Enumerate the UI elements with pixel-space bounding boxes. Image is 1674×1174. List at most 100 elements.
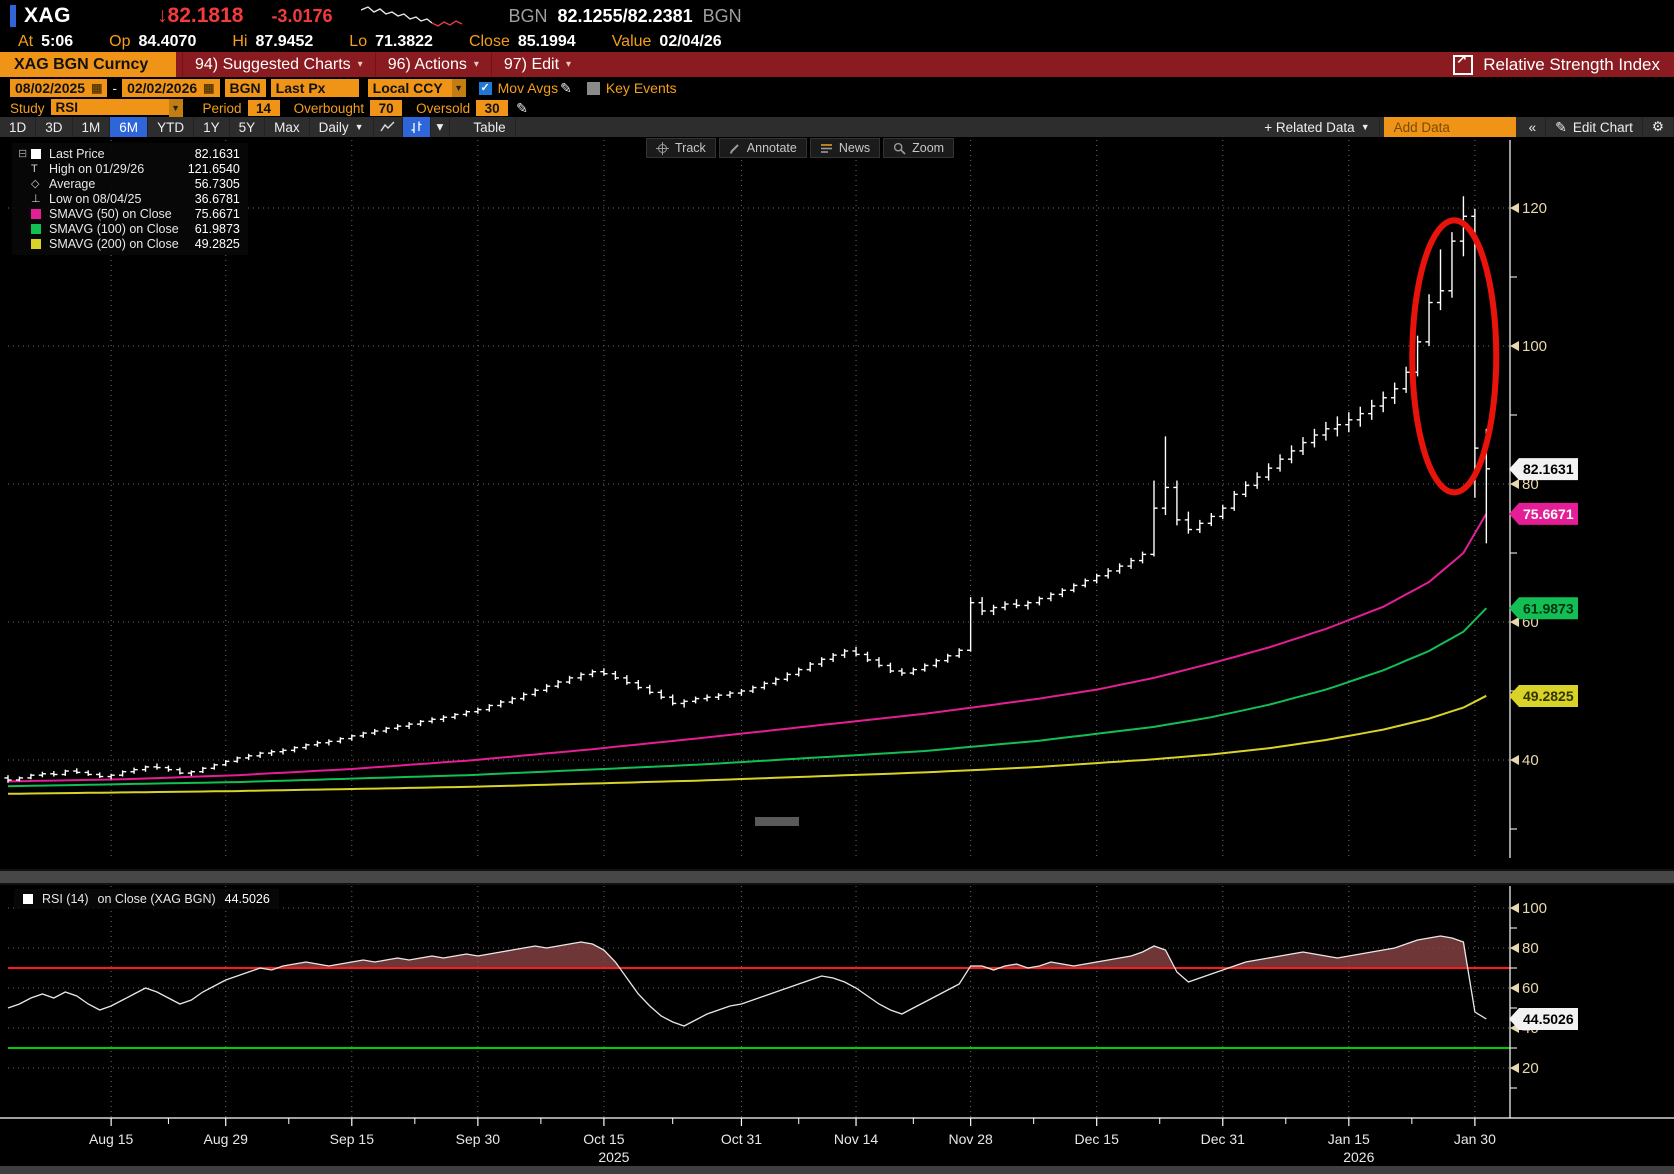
track-button[interactable]: Track (646, 138, 716, 158)
rsi-overbought-fill (277, 936, 1468, 968)
range-toolbar-right: + Related Data ▼ Add Data « ✎ Edit Chart ⚙ (1255, 117, 1674, 137)
date-range-dash: - (112, 80, 118, 96)
svg-text:Sep 15: Sep 15 (330, 1131, 375, 1147)
svg-text:Jan 15: Jan 15 (1328, 1131, 1370, 1147)
chevron-down-icon: ▼ (168, 99, 183, 117)
panel-chrome (0, 817, 1674, 1174)
key-events-toggle[interactable]: Key Events (586, 80, 677, 96)
ask-source-label: BGN (702, 5, 742, 26)
pencil-icon (729, 144, 739, 154)
legend-average[interactable]: ◇ Average 56.7305 (18, 176, 240, 191)
quote-value-date: Value 02/04/26 (611, 33, 722, 50)
currency-select[interactable]: Local CCY ▼ (367, 79, 466, 97)
annotate-button[interactable]: Annotate (718, 138, 807, 158)
svg-text:20: 20 (1522, 1060, 1539, 1077)
rsi-y-axis: 20406080100 (1509, 886, 1547, 1118)
menu-edit[interactable]: 97) Edit ▾ (490, 52, 583, 77)
price-y-axis: 406080100120 (1509, 140, 1547, 858)
study-settings-bar: Study RSI ▼ Period 14 Overbought 70 Over… (0, 99, 1674, 117)
svg-text:Nov 28: Nov 28 (948, 1131, 993, 1147)
svg-text:Oct 31: Oct 31 (721, 1131, 762, 1147)
tab-1d[interactable]: 1D (0, 117, 37, 137)
study-select[interactable]: RSI ▼ (50, 99, 183, 117)
date-from-field[interactable]: 08/02/2025 ▦ (10, 79, 108, 97)
svg-text:Dec 15: Dec 15 (1075, 1131, 1120, 1147)
chart-region[interactable]: 40608010012020406080100Aug 15Aug 29Sep 1… (0, 137, 1674, 1174)
legend-high[interactable]: T High on 01/29/26 121.6540 (18, 161, 240, 176)
tab-6m[interactable]: 6M (110, 117, 149, 137)
news-button[interactable]: News (809, 138, 881, 158)
related-data-button[interactable]: + Related Data ▼ (1255, 117, 1380, 137)
legend-smavg100[interactable]: SMAVG (100) on Close 61.9873 (18, 221, 240, 236)
intraday-sparkline (360, 6, 462, 27)
magnifier-icon (894, 142, 906, 155)
tab-1m[interactable]: 1M (73, 117, 111, 137)
zoom-button[interactable]: Zoom (883, 138, 955, 158)
news-icon (820, 143, 832, 153)
bid-source-label: BGN (508, 5, 548, 26)
quote-summary-bar: At 5:06 Op 84.4070 Hi 87.9452 Lo 71.3822 Clo… (0, 32, 1674, 52)
tab-ytd[interactable]: YTD (148, 117, 195, 137)
chart-toolbar: Track Annotate News Zoom (646, 138, 955, 158)
overbought-label: Overbought (293, 100, 365, 116)
collapse-legend-icon[interactable]: ⊟ (18, 147, 31, 160)
price-type-field[interactable]: Last Px (270, 79, 359, 97)
period-field[interactable]: 14 (247, 100, 280, 116)
price-change: -3.0176 (271, 5, 333, 26)
svg-text:Sep 30: Sep 30 (456, 1131, 501, 1147)
overbought-field[interactable]: 70 (370, 100, 403, 116)
line-chart-type-button[interactable] (374, 117, 403, 137)
legend-low[interactable]: ⊥ Low on 08/04/25 36.6781 (18, 191, 240, 206)
svg-text:2026: 2026 (1343, 1149, 1374, 1165)
svg-text:80: 80 (1522, 940, 1539, 957)
edit-chart-button[interactable]: ✎ Edit Chart (1546, 117, 1643, 137)
chart-options-button[interactable]: ⚙ (1643, 117, 1674, 137)
add-data-input[interactable]: Add Data (1383, 117, 1516, 137)
svg-text:Nov 14: Nov 14 (834, 1131, 879, 1147)
checkbox-checked-icon: ✓ (478, 81, 492, 95)
table-button[interactable]: Table (464, 117, 516, 137)
ellipse-annotation (1409, 217, 1500, 496)
pencil-icon[interactable]: ✎ (560, 80, 572, 97)
legend-smavg200[interactable]: SMAVG (200) on Close 49.2825 (18, 236, 240, 251)
tab-1y[interactable]: 1Y (194, 117, 230, 137)
smavg200-swatch (31, 238, 41, 249)
ohlc-chart-type-button[interactable] (402, 117, 431, 137)
rsi-legend[interactable]: RSI (14) on Close (XAG BGN) 44.5026 (14, 889, 279, 909)
chevron-down-icon: ▼ (354, 122, 364, 132)
legend-smavg50[interactable]: SMAVG (50) on Close 75.6671 (18, 206, 240, 221)
date-to-field[interactable]: 02/02/2026 ▦ (122, 79, 220, 97)
menu-suggested-charts[interactable]: 94) Suggested Charts ▾ (182, 52, 375, 77)
source-field[interactable]: BGN (224, 79, 266, 97)
rsi-threshold-lines (8, 967, 1510, 1049)
chevron-down-icon: ▾ (357, 59, 363, 70)
chevron-down-icon: ▼ (1360, 122, 1370, 132)
crosshair-icon (656, 141, 669, 155)
gear-icon: ⚙ (1651, 119, 1664, 134)
brand-mark (10, 5, 16, 27)
menu-actions[interactable]: 96) Actions ▾ (374, 52, 491, 77)
svg-text:2025: 2025 (598, 1149, 629, 1165)
svg-text:100: 100 (1522, 900, 1547, 917)
frequency-select[interactable]: Daily ▼ (310, 117, 374, 137)
collapse-button[interactable]: « (1520, 117, 1547, 137)
tab-3d[interactable]: 3D (36, 117, 73, 137)
smavg200-line (7, 694, 1487, 795)
smavg100-line (7, 607, 1488, 788)
tab-5y[interactable]: 5Y (230, 117, 266, 137)
quote-at: At 5:06 (18, 33, 74, 50)
range-toolbar: 1D 3D 1M 6M YTD 1Y 5Y Max Daily ▼ ▾ Table… (0, 117, 1674, 137)
mov-avgs-toggle[interactable]: ✓ Mov Avgs ✎ (478, 80, 572, 97)
axis-badges: 82.1631 75.6671 61.9873 49.2825 44.5026 (1509, 458, 1578, 1030)
pencil-icon[interactable]: ✎ (516, 100, 528, 117)
high-marker-icon: T (31, 162, 38, 175)
ohlc-bars-icon (411, 121, 422, 133)
security-field[interactable]: XAG BGN Curncy (0, 52, 176, 77)
oversold-field[interactable]: 30 (476, 100, 509, 116)
chart-type-dropdown[interactable]: ▾ (431, 117, 451, 137)
chart-canvas[interactable]: 40608010012020406080100Aug 15Aug 29Sep 1… (0, 137, 1674, 1174)
legend-last-price[interactable]: ⊟ Last Price 82.1631 (18, 146, 240, 161)
export-icon[interactable] (1453, 51, 1474, 75)
svg-text:Jan 30: Jan 30 (1454, 1131, 1496, 1147)
tab-max[interactable]: Max (265, 117, 310, 137)
